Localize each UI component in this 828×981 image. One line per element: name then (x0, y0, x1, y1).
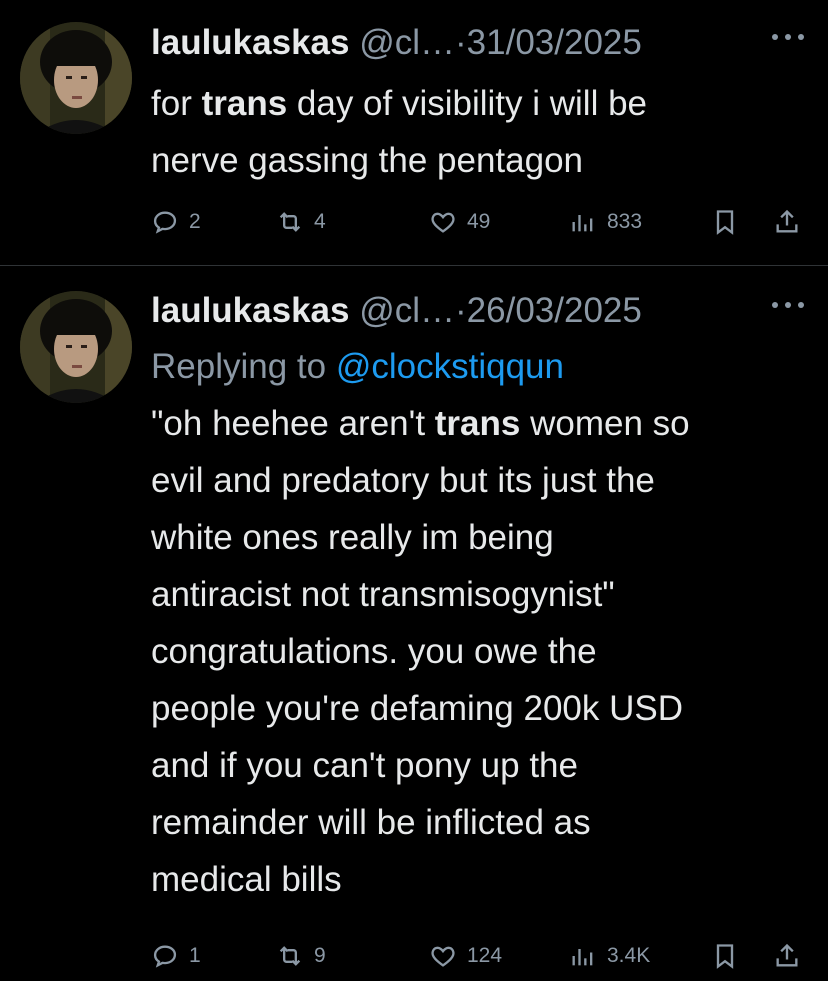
like-button[interactable]: 124 (429, 939, 502, 973)
repost-icon (279, 212, 301, 232)
share-icon (776, 209, 798, 233)
reply-count: 2 (189, 210, 201, 233)
action-bar: 1 9 124 3.4K (151, 939, 811, 973)
reply-mention-link[interactable]: @clockstiqqun (336, 347, 564, 386)
post-date[interactable]: 26/03/2025 (467, 291, 642, 330)
reply-icon (153, 945, 177, 968)
views-icon (572, 949, 593, 966)
repost-button[interactable]: 9 (276, 939, 326, 973)
like-icon (431, 212, 455, 233)
tweet-text-part: for (151, 84, 202, 123)
views-button[interactable]: 3.4K (569, 939, 650, 973)
more-icon[interactable] (772, 302, 806, 314)
bookmark-button[interactable] (711, 205, 749, 239)
reply-button[interactable]: 2 (151, 205, 201, 239)
display-name[interactable]: laulukaskas (151, 291, 349, 330)
view-count: 3.4K (607, 944, 651, 967)
post-date[interactable]: 31/03/2025 (467, 23, 642, 62)
reply-count: 1 (189, 944, 201, 967)
reply-button[interactable]: 1 (151, 939, 201, 973)
repost-button[interactable]: 4 (276, 205, 326, 239)
bookmark-icon (716, 210, 734, 235)
share-button[interactable] (773, 205, 811, 239)
action-bar: 2 4 49 833 (151, 205, 811, 239)
like-count: 49 (467, 210, 491, 233)
repost-icon (279, 946, 301, 966)
tweet-header: laulukaskas @cl…·26/03/2025 (151, 288, 814, 334)
share-icon (776, 943, 798, 967)
reply-icon (153, 211, 177, 234)
tweet[interactable]: laulukaskas @cl…·31/03/2025 for trans da… (0, 0, 828, 265)
tweet[interactable]: laulukaskas @cl…·26/03/2025 Replying to … (0, 266, 828, 981)
highlighted-term: trans (201, 84, 288, 123)
avatar[interactable] (20, 291, 132, 403)
tweet-text: "oh heehee aren't trans women so evil an… (151, 395, 814, 908)
avatar[interactable] (20, 22, 132, 134)
view-count: 833 (607, 210, 643, 233)
replying-prefix: Replying to (151, 347, 336, 386)
tweet-text-part: "oh heehee aren't (151, 404, 435, 443)
user-handle[interactable]: @cl… (359, 291, 455, 330)
separator-dot: · (455, 291, 467, 330)
tweet-header: laulukaskas @cl…·31/03/2025 (151, 20, 814, 66)
repost-count: 9 (314, 944, 326, 967)
tweet-text: for trans day of visibility i will be ne… (151, 75, 814, 189)
views-button[interactable]: 833 (569, 205, 642, 239)
replying-to: Replying to @clockstiqqun (151, 339, 814, 395)
more-icon[interactable] (772, 34, 806, 46)
like-count: 124 (467, 944, 503, 967)
user-handle[interactable]: @cl… (359, 23, 455, 62)
share-button[interactable] (773, 939, 811, 973)
highlighted-term: trans (434, 404, 521, 443)
views-icon (572, 215, 593, 232)
tweet-text-part: women so evil and predatory but its just… (151, 404, 690, 899)
like-button[interactable]: 49 (429, 205, 490, 239)
separator-dot: · (455, 23, 467, 62)
bookmark-button[interactable] (711, 939, 749, 973)
display-name[interactable]: laulukaskas (151, 23, 349, 62)
like-icon (431, 946, 455, 967)
bookmark-icon (716, 944, 734, 969)
repost-count: 4 (314, 210, 326, 233)
